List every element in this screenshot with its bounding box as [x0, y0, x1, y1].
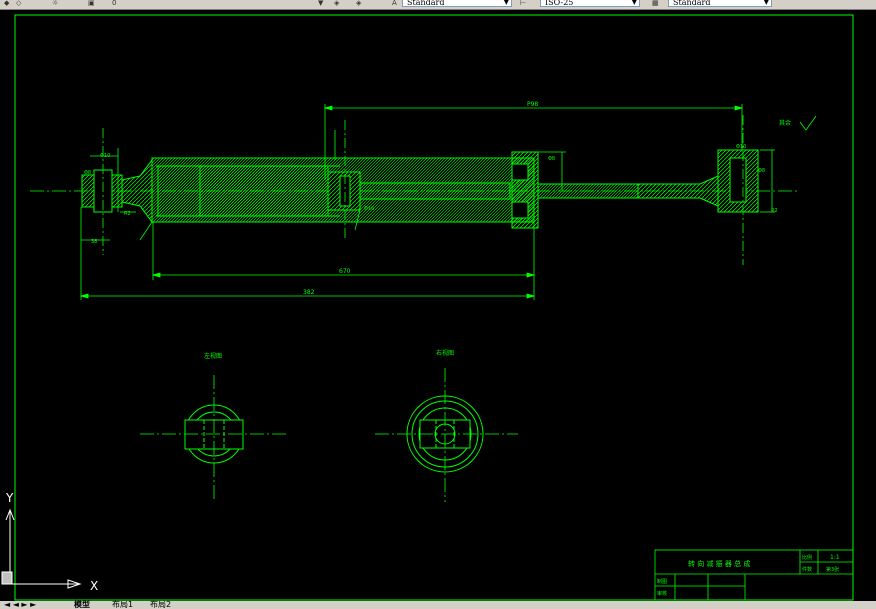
chevron-down-icon: ▼ — [763, 0, 769, 6]
dim-small-text: R2 — [771, 208, 778, 214]
layer-tools-icon[interactable]: ◈ — [356, 0, 361, 7]
scale-label: 比例 — [802, 554, 812, 561]
ucs-y-label: Y — [5, 491, 14, 505]
layer-previous-icon[interactable]: ◈ — [334, 0, 339, 7]
tab-model[interactable]: 模型 — [74, 601, 90, 609]
drawing-frame — [14, 14, 854, 601]
layer-value: 0 — [112, 0, 117, 7]
title-block-text: 转 向 减 振 器 总 成 比例 1:1 件数 第3张 制图 审核 — [657, 554, 840, 597]
shock-absorber-section — [30, 115, 800, 265]
dim-style-icon: ⊢ — [520, 0, 527, 7]
ucs-icon: Y X — [0, 480, 110, 604]
dim-bottom-text: 382 — [303, 289, 315, 296]
dim-middle-text: 670 — [339, 268, 351, 275]
table-style-value: Standard — [673, 0, 711, 7]
drawing-canvas[interactable]: P98 670 382 其余 Φ8 Φ10 38 Φ8 Φ10 Φ8 R2 R2… — [0, 10, 876, 601]
table-style-icon: ▦ — [652, 0, 659, 7]
dim-small-text: Φ8 — [548, 156, 555, 162]
left-view-label: 左视图 — [204, 352, 222, 360]
chevron-down-icon: ▼ — [631, 0, 637, 6]
layout-tabs: ◄ ◄ ► ► 模型 布局1 布局2 — [0, 601, 876, 609]
dim-small-text: Φ8 — [758, 168, 765, 174]
dim-style-value: ISO-25 — [545, 0, 574, 7]
tab-nav-arrows[interactable]: ◄ ◄ ► ► — [4, 601, 36, 609]
dim-small-text: Φ10 — [736, 144, 746, 150]
tab-layout1[interactable]: 布局1 — [112, 601, 133, 609]
designer-label: 制图 — [657, 578, 667, 585]
right-view — [375, 368, 518, 502]
right-view-label: 右视图 — [436, 349, 454, 357]
ucs-x-label: X — [90, 579, 98, 593]
left-view — [140, 375, 288, 500]
dim-style-select[interactable]: ISO-25 ▼ — [540, 0, 640, 7]
dim-small-text: Φ8 — [84, 170, 91, 176]
tab-layout2[interactable]: 布局2 — [150, 601, 171, 609]
scale-value: 1:1 — [830, 554, 840, 561]
chevron-down-icon: ▼ — [503, 0, 509, 6]
checker-label: 审核 — [657, 590, 667, 597]
table-style-select[interactable]: Standard ▼ — [668, 0, 772, 7]
sheet-label: 件数 — [802, 566, 812, 573]
layer-dropdown-arrow-icon[interactable]: ▼ — [318, 0, 323, 7]
toolbar: ◆ ◇ ☼ ▣ 0 ▼ ◈ ◈ A Standard ▼ ⊢ ISO-25 ▼ … — [0, 0, 876, 10]
cad-drawing[interactable]: P98 670 382 其余 Φ8 Φ10 38 Φ8 Φ10 Φ8 R2 R2… — [0, 10, 876, 601]
text-style-icon: A — [392, 0, 397, 7]
lock-icon[interactable]: ▣ — [88, 0, 95, 7]
drawing-title: 转 向 减 振 器 总 成 — [688, 559, 750, 568]
text-style-value: Standard — [407, 0, 445, 7]
dim-small-text: R2 — [124, 211, 131, 217]
dim-top-text: P98 — [527, 101, 538, 108]
roughness-note: 其余 — [779, 119, 791, 127]
title-block — [654, 549, 854, 601]
dim-small-text: 38 — [91, 239, 97, 245]
layer-properties-icon[interactable]: ◇ — [16, 0, 21, 7]
sheet-value: 第3张 — [826, 566, 839, 573]
dim-small-text: Φ16 — [364, 206, 374, 212]
text-style-select[interactable]: Standard ▼ — [402, 0, 512, 7]
bulb-icon[interactable]: ☼ — [52, 0, 58, 7]
layer-state-icon[interactable]: ◆ — [4, 0, 9, 7]
dim-small-text: Φ10 — [100, 153, 110, 159]
